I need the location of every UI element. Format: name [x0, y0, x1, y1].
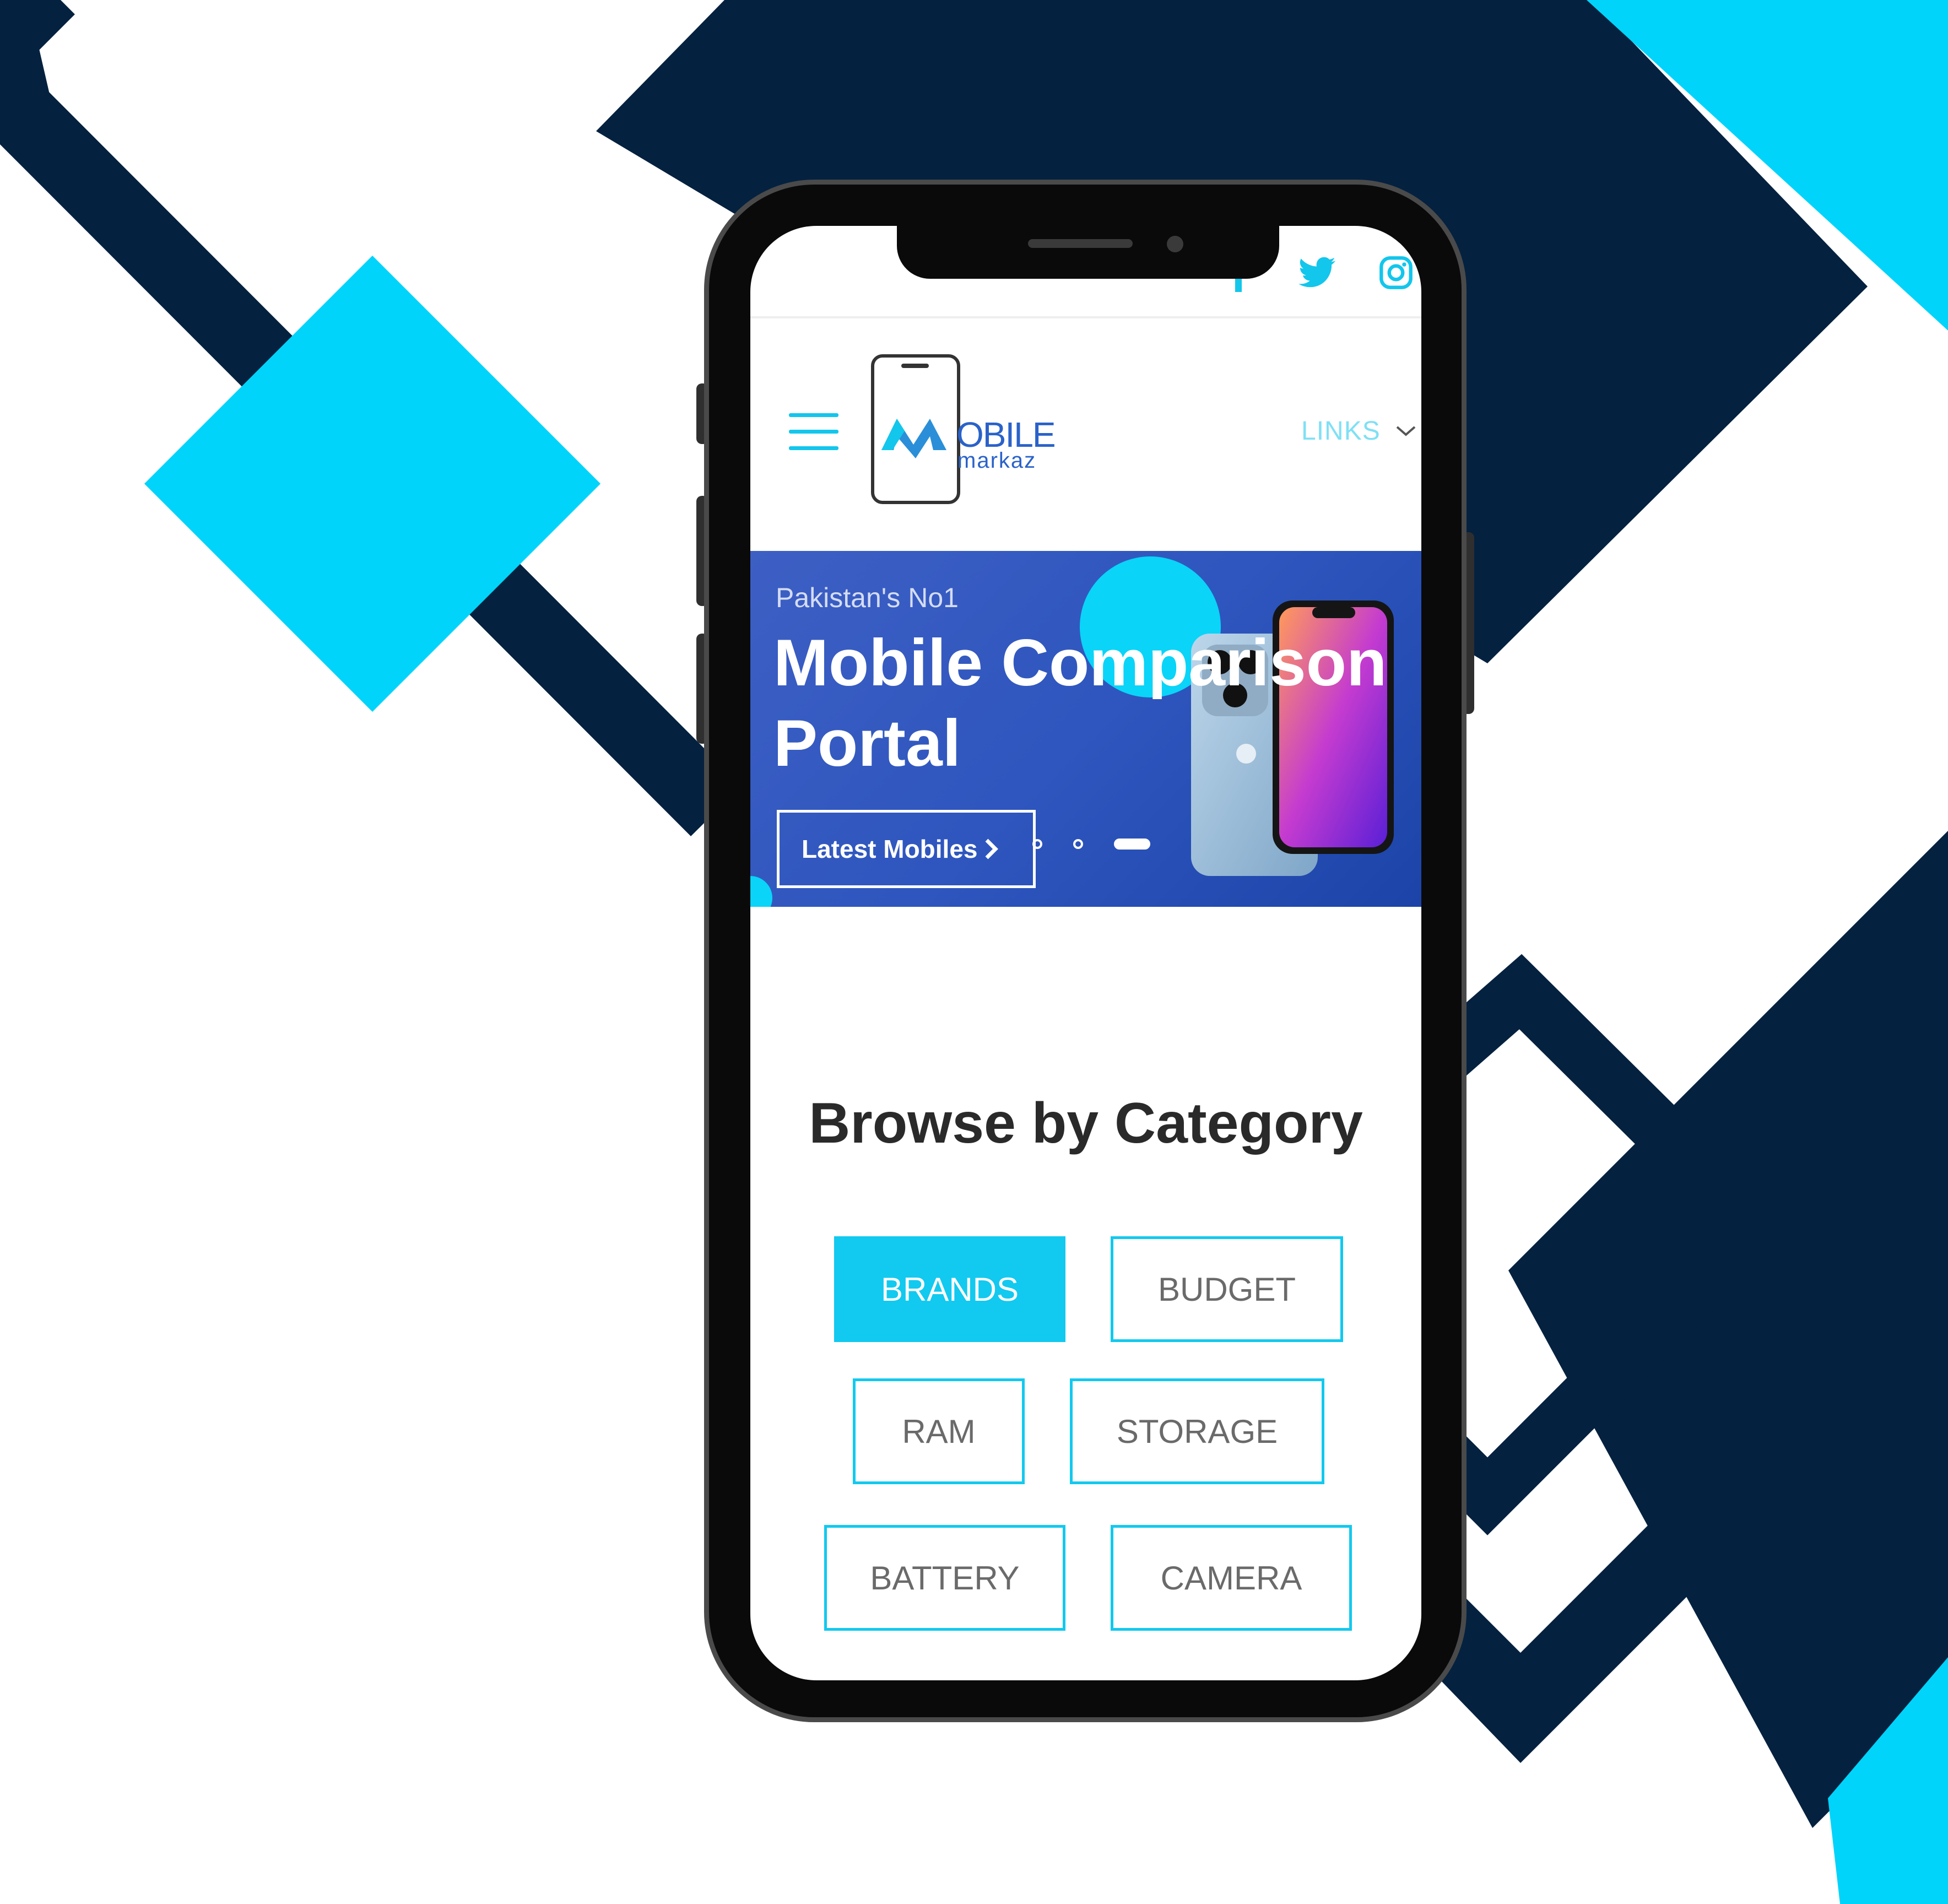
category-section-title: Browse by Category — [809, 1091, 1363, 1155]
carousel-indicators — [1032, 839, 1181, 850]
hero-decor-circle-small — [750, 876, 772, 907]
chevron-down-icon — [1396, 425, 1416, 436]
carousel-dot[interactable] — [1073, 839, 1083, 849]
category-ram-button[interactable]: RAM — [853, 1378, 1025, 1484]
links-dropdown[interactable]: LINKS — [1301, 416, 1417, 446]
twitter-icon[interactable] — [1297, 253, 1339, 292]
category-label: BRANDS — [880, 1270, 1019, 1308]
category-label: BUDGET — [1157, 1270, 1296, 1308]
promo-scene: OBILE markaz LINKS Pakistan's No1 Mobile… — [0, 0, 1948, 1904]
latest-mobiles-button[interactable]: Latest Mobiles — [777, 810, 1036, 888]
category-label: BATTERY — [870, 1559, 1020, 1597]
phone-front-camera — [1167, 236, 1183, 252]
category-label: STORAGE — [1116, 1413, 1278, 1450]
category-label: CAMERA — [1160, 1559, 1302, 1597]
phone-speaker — [1028, 239, 1133, 248]
hero-title: Mobile Comparison Portal — [773, 626, 1387, 780]
phone-screen: OBILE markaz LINKS Pakistan's No1 Mobile… — [750, 226, 1421, 1680]
carousel-dot[interactable] — [1032, 839, 1042, 849]
phone-notch — [897, 220, 1279, 279]
category-storage-button[interactable]: STORAGE — [1070, 1378, 1324, 1484]
category-brands-button[interactable]: BRANDS — [834, 1236, 1065, 1342]
category-label: RAM — [902, 1413, 976, 1450]
logo-subtext: markaz — [957, 448, 1037, 473]
instagram-icon[interactable] — [1378, 253, 1414, 292]
carousel-dot-active[interactable] — [1114, 839, 1150, 850]
hero-banner: Pakistan's No1 Mobile Comparison Portal … — [750, 551, 1421, 907]
hero-subtitle: Pakistan's No1 — [776, 582, 959, 613]
category-camera-button[interactable]: CAMERA — [1111, 1525, 1352, 1631]
latest-mobiles-label: Latest Mobiles — [802, 835, 978, 863]
links-label: LINKS — [1301, 416, 1381, 446]
chevron-right-icon — [985, 839, 998, 859]
category-battery-button[interactable]: BATTERY — [824, 1525, 1065, 1631]
site-logo[interactable]: OBILE markaz — [870, 354, 1069, 511]
menu-hamburger-button[interactable] — [789, 413, 838, 451]
category-budget-button[interactable]: BUDGET — [1111, 1236, 1343, 1342]
